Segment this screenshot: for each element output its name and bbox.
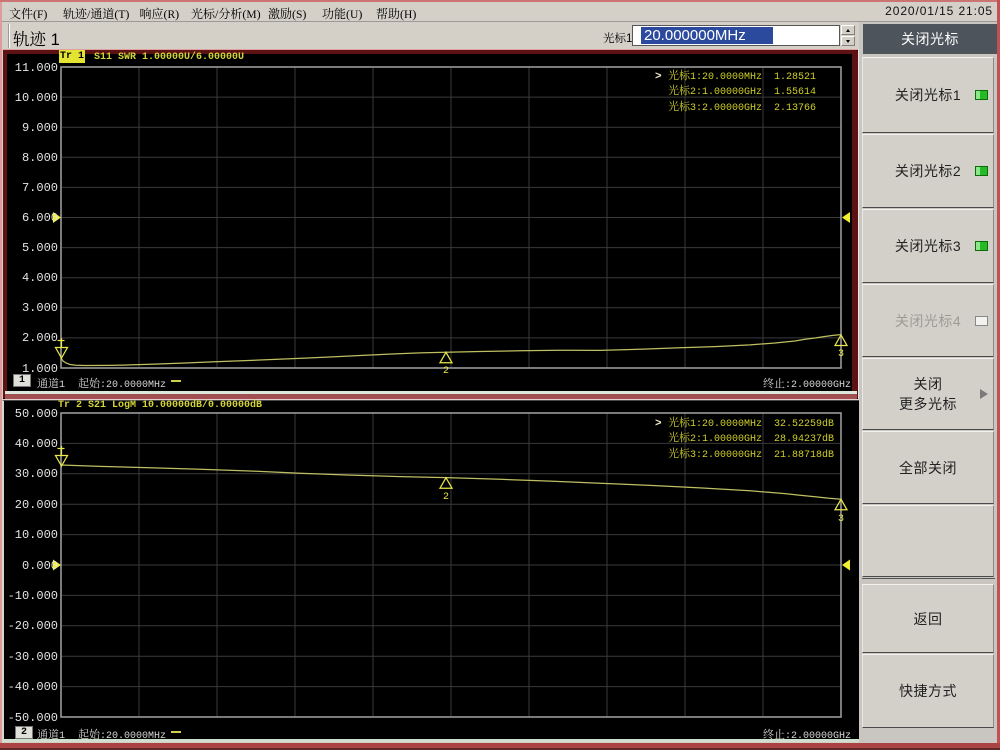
svg-text:2: 2 [443, 366, 449, 377]
svg-text:3: 3 [838, 349, 844, 360]
svg-text:2: 2 [443, 492, 449, 503]
svg-text:3: 3 [838, 514, 844, 525]
